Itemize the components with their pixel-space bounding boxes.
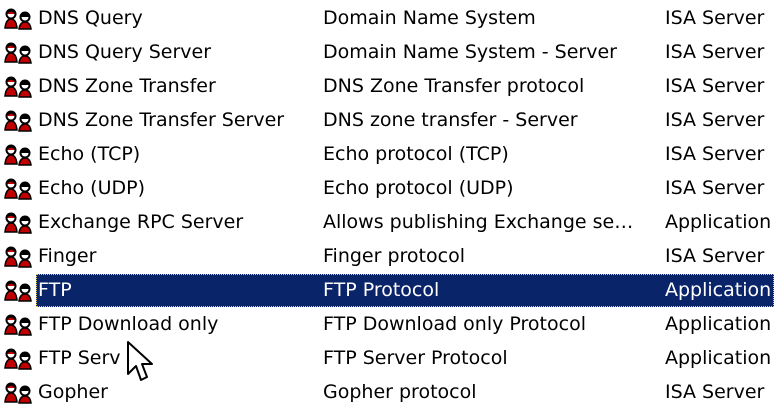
list-item[interactable]: DNS Query Domain Name System ISA Server xyxy=(0,1,774,35)
protocol-name: DNS Zone Transfer xyxy=(38,75,216,97)
list-item[interactable]: Exchange RPC Server Allows publishing Ex… xyxy=(0,205,774,239)
protocol-name: DNS Zone Transfer Server xyxy=(38,109,285,131)
protocol-name: FTP Serv xyxy=(38,347,121,369)
protocol-type: ISA Server xyxy=(665,177,765,199)
protocol-description: Finger protocol xyxy=(323,245,465,267)
protocol-name: Finger xyxy=(38,245,97,267)
protocol-type: Application xyxy=(665,279,772,301)
protocol-name: FTP xyxy=(38,279,72,301)
protocol-type: Application xyxy=(665,211,772,233)
protocol-description: Domain Name System - Server xyxy=(323,41,617,63)
protocol-users-icon xyxy=(3,143,37,166)
protocol-type: ISA Server xyxy=(665,245,765,267)
protocol-users-icon xyxy=(3,109,37,132)
list-item[interactable]: Finger Finger protocol ISA Server xyxy=(0,239,774,273)
list-item[interactable]: FTP Download only FTP Download only Prot… xyxy=(0,307,774,341)
protocol-name: DNS Query xyxy=(38,7,143,29)
protocol-users-icon xyxy=(3,347,37,370)
protocol-users-icon xyxy=(3,41,37,64)
protocol-users-icon xyxy=(3,381,37,404)
protocol-description: DNS Zone Transfer protocol xyxy=(323,75,585,97)
list-item[interactable]: DNS Query Server Domain Name System - Se… xyxy=(0,35,774,69)
protocol-users-icon xyxy=(3,177,37,200)
protocol-description: FTP Protocol xyxy=(323,279,440,301)
protocol-type: ISA Server xyxy=(665,7,765,29)
protocol-name: Echo (UDP) xyxy=(38,177,145,199)
protocol-name: Echo (TCP) xyxy=(38,143,141,165)
list-item-selected[interactable]: FTP FTP Protocol Application xyxy=(0,273,774,307)
protocol-users-icon xyxy=(3,211,37,234)
protocol-description: Allows publishing Exchange se… xyxy=(323,211,634,233)
protocol-name: Gopher xyxy=(38,381,108,403)
protocol-type: ISA Server xyxy=(665,381,765,403)
protocol-users-icon xyxy=(3,313,37,336)
protocol-type: ISA Server xyxy=(665,75,765,97)
protocol-description: DNS zone transfer - Server xyxy=(323,109,578,131)
list-item[interactable]: DNS Zone Transfer DNS Zone Transfer prot… xyxy=(0,69,774,103)
protocol-users-icon xyxy=(3,245,37,268)
list-item[interactable]: Echo (UDP) Echo protocol (UDP) ISA Serve… xyxy=(0,171,774,205)
list-item[interactable]: Echo (TCP) Echo protocol (TCP) ISA Serve… xyxy=(0,137,774,171)
protocol-type: ISA Server xyxy=(665,143,765,165)
protocol-type: ISA Server xyxy=(665,41,765,63)
protocol-users-icon xyxy=(3,75,37,98)
protocol-users-icon xyxy=(3,7,37,30)
list-item[interactable]: FTP Serv FTP Server Protocol Application xyxy=(0,341,774,375)
protocol-list[interactable]: DNS Query Domain Name System ISA Server … xyxy=(0,1,774,409)
protocol-description: FTP Server Protocol xyxy=(323,347,508,369)
protocol-users-icon xyxy=(3,279,37,302)
protocol-description: Gopher protocol xyxy=(323,381,477,403)
protocol-name: FTP Download only xyxy=(38,313,219,335)
protocol-description: FTP Download only Protocol xyxy=(323,313,586,335)
protocol-description: Echo protocol (TCP) xyxy=(323,143,509,165)
protocol-description: Domain Name System xyxy=(323,7,536,29)
protocol-description: Echo protocol (UDP) xyxy=(323,177,514,199)
protocol-type: Application xyxy=(665,313,772,335)
protocol-name: DNS Query Server xyxy=(38,41,212,63)
protocol-type: Application xyxy=(665,347,772,369)
list-item[interactable]: Gopher Gopher protocol ISA Server xyxy=(0,375,774,409)
protocol-name: Exchange RPC Server xyxy=(38,211,244,233)
list-item[interactable]: DNS Zone Transfer Server DNS zone transf… xyxy=(0,103,774,137)
protocol-type: ISA Server xyxy=(665,109,765,131)
